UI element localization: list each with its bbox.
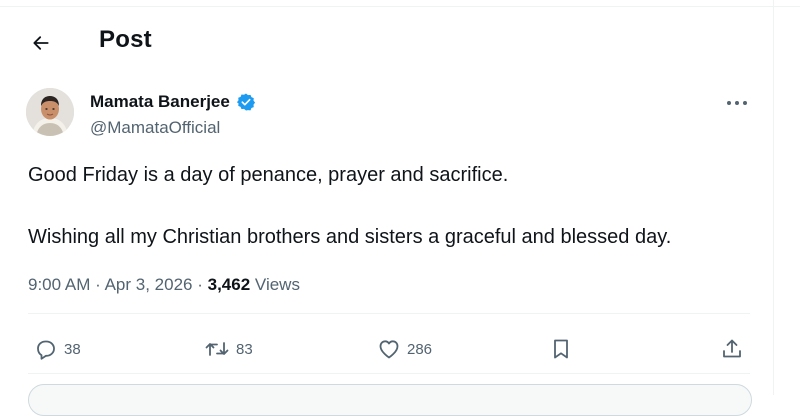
bookmark-icon (554, 339, 568, 359)
back-button[interactable] (24, 26, 58, 60)
divider (28, 373, 750, 374)
post-meta: 9:00 AM · Apr 3, 2026 · 3,462 Views (28, 275, 300, 295)
post-text-line-2: Wishing all my Christian brothers and si… (28, 226, 672, 248)
share-icon (723, 339, 741, 358)
author-name-row: Mamata Banerjee (90, 92, 256, 112)
author-name[interactable]: Mamata Banerjee (90, 92, 230, 112)
reply-button[interactable]: 38 (34, 337, 81, 361)
heart-icon (379, 340, 399, 359)
reply-icon (37, 340, 55, 360)
avatar[interactable] (26, 88, 74, 136)
avatar-image (26, 88, 74, 136)
views-label: Views (254, 275, 300, 294)
bookmark-button[interactable] (549, 337, 573, 361)
like-button[interactable]: 286 (377, 337, 432, 361)
reply-count: 38 (64, 340, 81, 358)
verified-badge-icon (236, 93, 255, 111)
views-count: 3,462 (207, 275, 251, 294)
repost-count: 83 (236, 340, 253, 358)
meta-separator: · (197, 275, 203, 294)
more-options-button[interactable] (722, 92, 752, 114)
arrow-left-icon (33, 36, 49, 50)
post-header: Post (0, 6, 773, 74)
like-count: 286 (407, 340, 433, 358)
share-button[interactable] (720, 337, 744, 361)
post-date[interactable]: Apr 3, 2026 (105, 275, 193, 294)
reply-composer[interactable] (28, 384, 752, 416)
meta-separator: · (95, 275, 101, 294)
column-border (773, 0, 774, 395)
repost-icon (205, 342, 229, 356)
divider (28, 313, 750, 314)
post-text-line-1: Good Friday is a day of penance, prayer … (28, 164, 509, 186)
more-dots-icon (727, 101, 747, 105)
post-time[interactable]: 9:00 AM (28, 275, 90, 294)
page-title: Post (99, 26, 152, 53)
repost-button[interactable]: 83 (204, 337, 253, 361)
author-handle[interactable]: @MamataOfficial (90, 118, 220, 138)
